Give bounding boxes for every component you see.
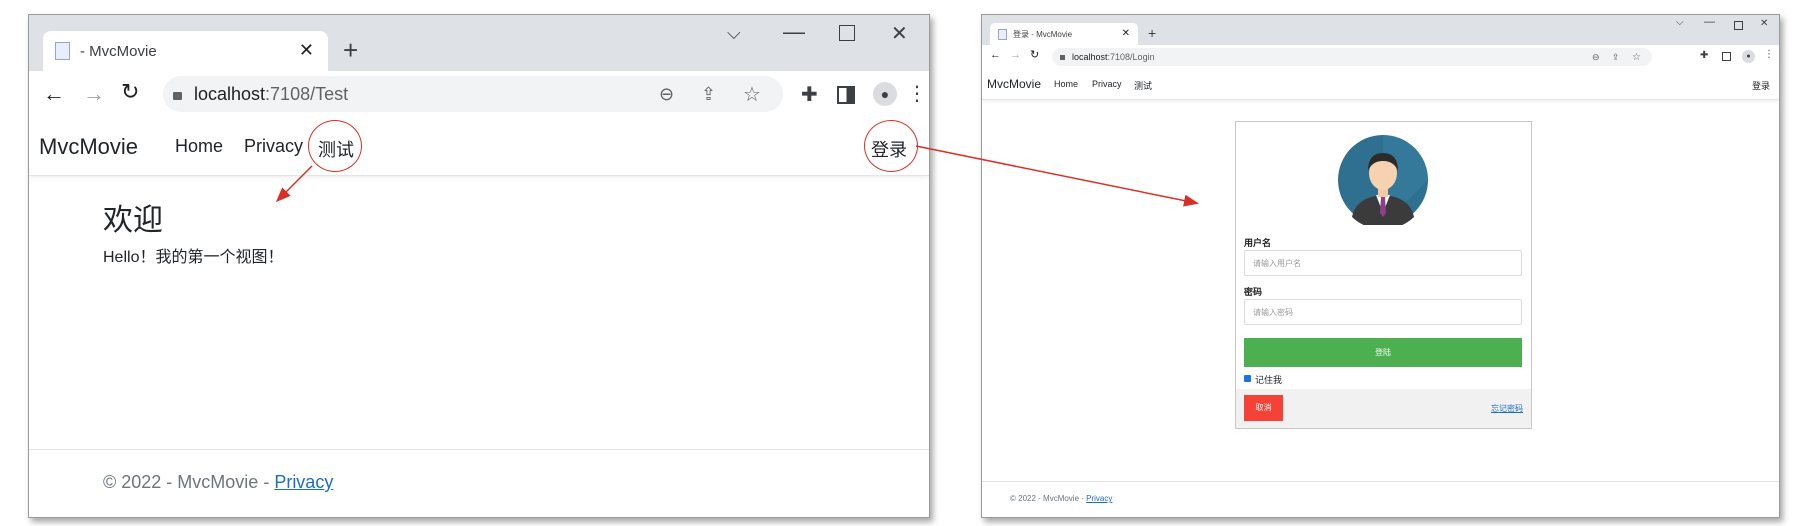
tab-title: 登录 - MvcMovie [1013, 29, 1073, 39]
active-tab[interactable]: 登录 - MvcMovie ✕ [990, 23, 1138, 45]
lock-icon [173, 92, 182, 100]
nav-home[interactable]: Home [1054, 79, 1078, 89]
share-icon[interactable]: ⇪ [701, 84, 716, 105]
new-tab-icon[interactable]: + [1148, 26, 1156, 40]
back-icon[interactable]: ← [43, 81, 65, 107]
footer-copyright: © 2022 - MvcMovie - [103, 472, 275, 492]
extensions-icon[interactable]: ✚ [801, 82, 818, 107]
submit-button[interactable]: 登陆 [1244, 338, 1522, 367]
new-tab-icon[interactable]: + [343, 37, 358, 63]
tab-title: - MvcMovie [80, 42, 157, 60]
forgot-password-link[interactable]: 忘记密码 [1491, 403, 1523, 414]
url-path: :7108/Test [265, 83, 349, 104]
nav-home[interactable]: Home [175, 136, 223, 157]
login-link[interactable]: 登录 [1752, 79, 1770, 92]
footer-text: © 2022 - MvcMovie - Privacy [103, 472, 333, 493]
nav-privacy[interactable]: Privacy [1092, 79, 1122, 89]
tab-close-icon[interactable]: ✕ [299, 40, 314, 61]
page-icon [998, 28, 1007, 40]
toolbar: ← → ↻ localhost:7108/Login ⊖ ⇪ ☆ ✚ ● ⋮ [982, 45, 1779, 70]
avatar-icon [1338, 135, 1428, 225]
login-annotation-circle [864, 120, 918, 172]
card-footer: 取消 忘记密码 [1236, 389, 1531, 428]
site-navbar: MvcMovie Home Privacy 测试 登录 [29, 117, 929, 176]
star-icon[interactable]: ☆ [743, 82, 761, 107]
close-icon[interactable]: ✕ [1760, 18, 1768, 29]
tab-strip: - MvcMovie ✕ + ⌵ — ✕ [29, 15, 929, 71]
address-bar[interactable]: localhost:7108/Test ⊖ ⇪ ☆ [163, 76, 783, 112]
profile-icon[interactable]: ● [873, 82, 897, 106]
nav-test[interactable]: 测试 [1134, 79, 1152, 92]
toolbar: ← → ↻ localhost:7108/Test ⊖ ⇪ ☆ ✚ ● ⋮ [29, 71, 929, 118]
password-label: 密码 [1244, 287, 1263, 297]
minimize-icon[interactable]: — [1704, 16, 1715, 28]
url-path: :7108/Login [1107, 52, 1155, 62]
cancel-button[interactable]: 取消 [1244, 395, 1283, 421]
lock-icon [1060, 54, 1065, 60]
active-tab[interactable]: - MvcMovie ✕ [43, 31, 328, 71]
page-text: Hello！我的第一个视图！ [103, 249, 284, 266]
share-icon[interactable]: ⇪ [1612, 52, 1620, 63]
tab-strip: 登录 - MvcMovie ✕ + ⌵ — ✕ [982, 15, 1779, 45]
nav-privacy[interactable]: Privacy [244, 136, 303, 157]
remember-checkbox[interactable] [1244, 375, 1251, 382]
profile-icon[interactable]: ● [1742, 50, 1755, 63]
tab-close-icon[interactable]: ✕ [1122, 28, 1130, 39]
reload-icon[interactable]: ↻ [1030, 48, 1039, 61]
brand-link[interactable]: MvcMovie [987, 77, 1041, 91]
minimize-icon[interactable]: — [783, 19, 805, 45]
footer-privacy-link[interactable]: Privacy [274, 472, 333, 492]
username-label: 用户名 [1244, 238, 1272, 248]
page-heading: 欢迎 [103, 204, 163, 237]
forward-icon[interactable]: → [1010, 49, 1021, 61]
close-icon[interactable]: ✕ [891, 21, 908, 46]
url-host: localhost [1072, 52, 1108, 62]
site-navbar: MvcMovie Home Privacy 测试 登录 [982, 69, 1779, 100]
back-icon[interactable]: ← [990, 49, 1001, 61]
password-input[interactable]: 请输入密码 [1244, 299, 1522, 325]
footer-copyright: © 2022 - MvcMovie - [1010, 494, 1087, 503]
menu-icon[interactable]: ⋮ [907, 81, 927, 106]
maximize-icon[interactable] [1734, 21, 1743, 30]
remember-label: 记住我 [1255, 375, 1283, 385]
footer: © 2022 - MvcMovie - Privacy [982, 481, 1779, 517]
left-browser-window: - MvcMovie ✕ + ⌵ — ✕ ← → ↻ localhost:710… [28, 14, 930, 518]
address-bar[interactable]: localhost:7108/Login ⊖ ⇪ ☆ [1052, 48, 1652, 66]
login-card: 用户名 请输入用户名 密码 请输入密码 登陆 记住我 取消 忘记密码 [1235, 121, 1532, 429]
right-browser-window: 登录 - MvcMovie ✕ + ⌵ — ✕ ← → ↻ localhost:… [981, 14, 1780, 518]
page-icon [55, 42, 70, 60]
zoom-icon[interactable]: ⊖ [1592, 52, 1600, 63]
url-host: localhost [194, 83, 266, 104]
footer-text: © 2022 - MvcMovie - Privacy [1010, 494, 1112, 503]
maximize-icon[interactable] [839, 25, 855, 41]
star-icon[interactable]: ☆ [1632, 52, 1641, 63]
footer: © 2022 - MvcMovie - Privacy [29, 449, 929, 517]
sidepanel-icon[interactable] [1722, 52, 1731, 61]
footer-privacy-link[interactable]: Privacy [1086, 494, 1112, 503]
reload-icon[interactable]: ↻ [121, 79, 139, 105]
extensions-icon[interactable]: ✚ [1700, 50, 1708, 61]
zoom-icon[interactable]: ⊖ [659, 84, 674, 105]
tab-search-icon[interactable]: ⌵ [1676, 17, 1684, 28]
sidepanel-icon[interactable] [837, 86, 855, 104]
test-annotation-circle [308, 120, 362, 172]
menu-icon[interactable]: ⋮ [1764, 49, 1774, 60]
tab-search-icon[interactable]: ⌵ [727, 23, 741, 44]
username-input[interactable]: 请输入用户名 [1244, 250, 1522, 276]
brand-link[interactable]: MvcMovie [39, 134, 138, 160]
forward-icon[interactable]: → [83, 81, 105, 107]
